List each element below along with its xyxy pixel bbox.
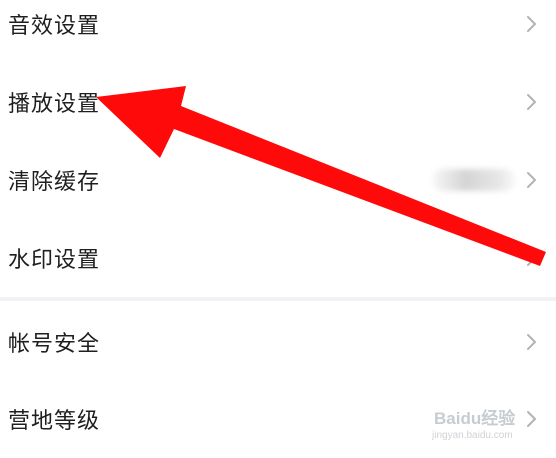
settings-item-watermark[interactable]: 水印设置 — [0, 220, 556, 296]
chevron-right-icon — [526, 171, 538, 189]
settings-item-label: 营地等级 — [8, 409, 101, 434]
settings-item-sound-effects[interactable]: 音效设置 — [0, 0, 556, 62]
settings-item-label: 播放设置 — [8, 92, 101, 117]
baidu-watermark: Baidu经验 jingyan.baidu.com — [428, 402, 532, 448]
settings-item-label: 音效设置 — [8, 14, 101, 39]
chevron-right-icon — [526, 333, 538, 351]
settings-item-account-security[interactable]: 帐号安全 — [0, 304, 556, 380]
chevron-right-icon — [526, 249, 538, 267]
settings-list: 音效设置 播放设置 清除缓存 水印设置 帐号安全 营地等级 — [0, 0, 556, 458]
group-divider — [0, 297, 556, 301]
chevron-right-icon — [526, 93, 538, 111]
watermark-subtext: jingyan.baidu.com — [432, 430, 513, 441]
settings-item-playback[interactable]: 播放设置 — [0, 64, 556, 140]
chevron-right-icon — [526, 15, 538, 33]
settings-item-label: 清除缓存 — [8, 170, 101, 195]
settings-item-label: 水印设置 — [8, 248, 101, 273]
watermark-text: Baidu经验 — [434, 409, 516, 428]
cache-size-value-blurred — [432, 169, 516, 191]
settings-item-label: 帐号安全 — [8, 332, 101, 357]
settings-item-clear-cache[interactable]: 清除缓存 — [0, 142, 556, 218]
